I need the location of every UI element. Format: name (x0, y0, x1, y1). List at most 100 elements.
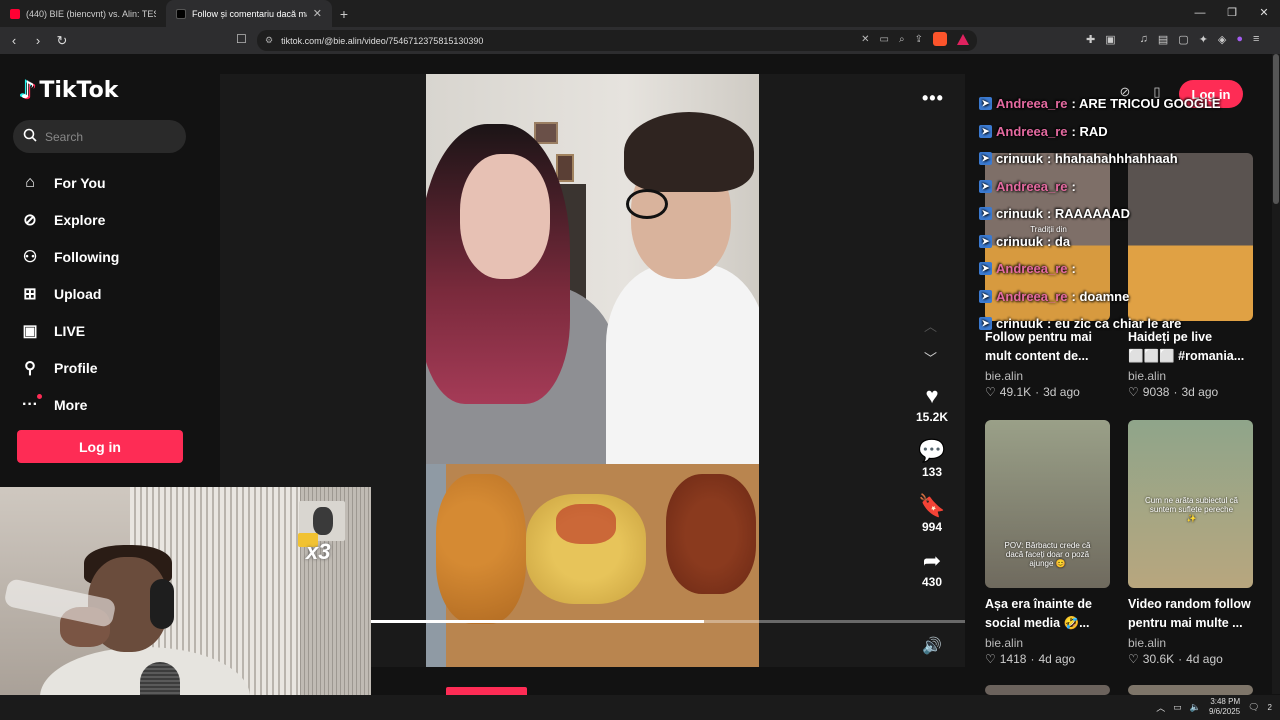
live-icon: ▣ (22, 322, 38, 340)
sidebar-item-label: Upload (54, 285, 102, 302)
sidebar-item-following[interactable]: ⚇ Following (20, 238, 120, 275)
notification-icon[interactable]: 🗨 (1248, 702, 1259, 713)
menu-icon[interactable]: ≡ (1253, 33, 1259, 46)
sidebar-item-explore[interactable]: ⊘ Explore (20, 201, 119, 238)
video-title[interactable]: Video random follow pentru mai multe ... (1128, 595, 1253, 633)
close-tab-icon[interactable]: ✕ (313, 7, 322, 20)
chat-text: : eu zic ca chiar le are (1046, 316, 1182, 332)
sidebar-item-for-you[interactable]: ⌂ For You (20, 164, 119, 201)
video-frame[interactable] (426, 74, 759, 667)
sidebar-item-more[interactable]: ··· More (20, 386, 119, 423)
site-info-icon[interactable]: ⚙ (265, 35, 273, 46)
video-actions: ♥ 15.2K 💬 133 🔖 994 ➦ 430 (906, 382, 958, 602)
like-action[interactable]: ♥ 15.2K (906, 382, 958, 437)
system-tray: ︿ ▭ 🔈 3:48 PM 9/6/2025 🗨 2 (1156, 697, 1272, 717)
bottom-pink-tab[interactable] (446, 687, 527, 695)
browser-tab-tiktok[interactable]: Follow și comentariu dacă mai v ✕ (166, 0, 332, 27)
page-scrollbar[interactable] (1272, 54, 1280, 694)
more-options-icon[interactable]: ••• (922, 88, 944, 109)
url-text: tiktok.com/@bie.alin/video/7546712375815… (281, 35, 484, 46)
scrollbar-thumb[interactable] (1273, 54, 1279, 204)
chat-username: Andreea_re (996, 123, 1068, 139)
search-input[interactable]: Search (13, 120, 186, 153)
chat-badge-icon: ➤ (979, 317, 992, 331)
comment-action[interactable]: 💬 133 (906, 437, 958, 492)
chat-message: ➤ crinuuk: hhahahahhhahhaah (979, 145, 1279, 173)
video-author[interactable]: bie.alin (1128, 636, 1253, 650)
login-button[interactable]: Log in (17, 430, 183, 463)
sidebar-item-live[interactable]: ▣ LIVE (20, 312, 119, 349)
browser-tab-youtube[interactable]: (440) BIE (biencvnt) vs. Alin: TESTUL P (0, 0, 166, 27)
leo-icon[interactable]: ✦ (1199, 33, 1208, 46)
clock[interactable]: 3:48 PM 9/6/2025 (1209, 697, 1240, 717)
video-author[interactable]: bie.alin (985, 636, 1110, 650)
wallet-icon[interactable]: ▢ (1178, 33, 1188, 46)
save-action[interactable]: 🔖 994 (906, 492, 958, 547)
music-icon[interactable]: ♫ (1140, 33, 1148, 46)
restore-button[interactable]: ❐ (1216, 0, 1248, 27)
video-author[interactable]: bie.alin (1128, 369, 1253, 383)
zoom-icon[interactable]: ⌕ (899, 34, 905, 45)
profile-avatar-icon[interactable]: ● (1236, 33, 1243, 46)
previous-video-icon[interactable]: ︿ (924, 316, 937, 335)
bookmark-icon[interactable]: 🔖 (918, 492, 945, 520)
network-icon[interactable]: ▭ (1173, 702, 1182, 713)
video-progress-fill (371, 620, 704, 623)
compass-icon: ⊘ (23, 211, 37, 229)
new-tab-button[interactable]: + (332, 6, 356, 22)
sidebar-item-profile[interactable]: ⚲ Profile (20, 349, 119, 386)
minimize-button[interactable]: — (1184, 0, 1216, 27)
close-window-button[interactable]: ✕ (1248, 0, 1280, 27)
chat-text: : da (1046, 233, 1071, 249)
volume-icon[interactable]: 🔊 (922, 636, 942, 656)
video-thumbnail[interactable]: Cum ne arăta subiectul că suntem suflete… (1128, 420, 1253, 588)
address-bar[interactable]: ⚙ tiktok.com/@bie.alin/video/75467123758… (257, 30, 977, 51)
brave-shield-icon[interactable] (933, 32, 947, 46)
volume-tray-icon[interactable]: 🔈 (1190, 702, 1201, 713)
video-card[interactable] (985, 685, 1110, 695)
video-thumbnail[interactable]: POV: Bărbactu crede că dacă faceți doar … (985, 420, 1110, 588)
video-thumbnail[interactable] (1128, 685, 1253, 695)
video-card[interactable]: POV: Bărbactu crede că dacă faceți doar … (985, 420, 1110, 666)
video-author[interactable]: bie.alin (985, 369, 1110, 383)
forward-button[interactable]: › (28, 33, 48, 48)
reload-button[interactable]: ↻ (52, 33, 72, 49)
tiktok-logo[interactable]: ♪ TikTok (20, 76, 118, 104)
video-meta: ♡ 9038 · 3d ago (1128, 385, 1253, 399)
stream-chat-overlay: ➤ Andreea_re: ARE TRICOU GOOGLE ➤ Andreea_… (979, 90, 1279, 338)
screenshot-icon[interactable]: ▣ (1105, 33, 1115, 46)
chat-text: : hhahahahhhahhaah (1046, 151, 1178, 167)
share-page-icon[interactable]: ⇪ (915, 34, 923, 45)
next-video-icon[interactable]: ﹀ (924, 348, 937, 367)
bookmark-icon[interactable]: ☐ (236, 32, 247, 46)
sidebar-item-upload[interactable]: ⊞ Upload (20, 275, 119, 312)
comment-icon[interactable]: 💬 (918, 437, 945, 465)
headset-icon (150, 579, 174, 629)
video-scene-guy-body (606, 264, 759, 464)
video-card[interactable]: Cum ne arăta subiectul că suntem suflete… (1128, 420, 1253, 666)
share-action[interactable]: ➦ 430 (906, 547, 958, 602)
share-icon[interactable]: ➦ (923, 547, 941, 575)
video-title[interactable]: Așa era înainte de social media 🤣... (985, 595, 1110, 633)
chat-text: : RAAAAAAD (1046, 206, 1131, 222)
sidebar-item-label: Following (54, 248, 120, 265)
video-age: 3d ago (1043, 385, 1080, 399)
chat-badge-icon: ➤ (979, 234, 992, 248)
video-thumbnail[interactable] (985, 685, 1110, 695)
tray-chevron-icon[interactable]: ︿ (1156, 701, 1165, 714)
translate-icon[interactable]: ✕ (861, 34, 869, 45)
cast-icon[interactable]: ▭ (880, 34, 889, 45)
extensions-icon[interactable]: ✚ (1086, 33, 1095, 46)
back-button[interactable]: ‹ (4, 33, 24, 48)
chat-username: Andreea_re (996, 178, 1068, 194)
following-icon: ⚇ (22, 248, 38, 266)
brave-rewards-icon[interactable] (957, 33, 969, 45)
video-progress-bar[interactable] (371, 620, 965, 623)
chat-username: Andreea_re (996, 261, 1068, 277)
vpn-icon[interactable]: ◈ (1218, 33, 1226, 46)
sidebar-icon[interactable]: ▤ (1158, 33, 1168, 46)
chat-message: ➤ Andreea_re: ARE TRICOU GOOGLE (979, 90, 1279, 118)
heart-icon[interactable]: ♥ (925, 382, 938, 410)
video-card[interactable] (1128, 685, 1253, 695)
more-icon: ··· (20, 393, 42, 414)
